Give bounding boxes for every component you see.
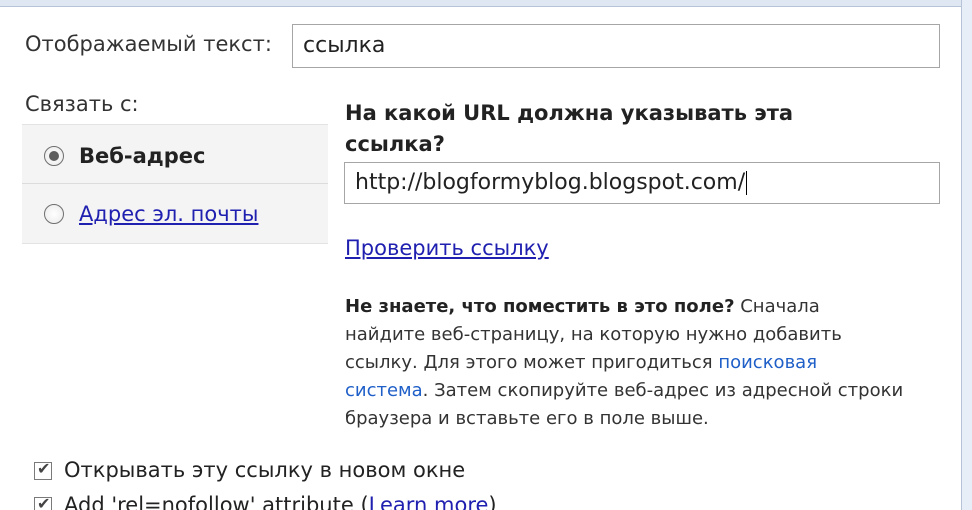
url-input[interactable]: http://blogformyblog.blogspot.com/: [344, 162, 940, 204]
web-address-radio[interactable]: [44, 146, 64, 166]
link-to-label: Связать с:: [25, 92, 139, 116]
text-caret: [746, 171, 748, 195]
help-bold-question: Не знаете, что поместить в это поле?: [345, 296, 735, 317]
nofollow-label-suffix: ): [488, 493, 497, 510]
display-text-input[interactable]: ссылка: [292, 24, 940, 68]
url-question-heading: На какой URL должна указывать эта ссылка…: [345, 98, 905, 160]
display-text-value: ссылка: [303, 33, 386, 58]
dialog-right-border: [961, 0, 972, 510]
edit-link-dialog: Отображаемый текст: ссылка Связать с: Ве…: [0, 0, 972, 510]
email-address-radio[interactable]: [44, 204, 64, 224]
learn-more-link[interactable]: Learn more: [369, 493, 489, 510]
radio-selected-dot: [49, 151, 59, 161]
link-type-panel: [22, 124, 328, 244]
url-heading-line2: ссылка?: [345, 132, 445, 156]
nofollow-label-prefix: Add 'rel=nofollow' attribute (: [64, 493, 369, 510]
new-window-checkbox[interactable]: ✔: [34, 459, 52, 480]
nofollow-label: Add 'rel=nofollow' attribute (Learn more…: [64, 493, 497, 510]
url-input-value: http://blogformyblog.blogspot.com/: [355, 170, 746, 195]
checkmark-icon: ✔: [37, 459, 51, 478]
link-type-divider: [22, 183, 328, 184]
new-window-label: Открывать эту ссылку в новом окне: [64, 458, 466, 482]
nofollow-checkbox[interactable]: ✔: [34, 494, 52, 510]
web-address-option-label[interactable]: Веб-адрес: [79, 144, 205, 168]
url-heading-line1: На какой URL должна указывать эта: [345, 101, 794, 125]
test-link-button[interactable]: Проверить ссылку: [345, 236, 549, 260]
help-text-part2: . Затем скопируйте веб-адрес из адресной…: [345, 380, 904, 429]
checkmark-icon: ✔: [37, 494, 51, 510]
email-address-option-link[interactable]: Адрес эл. почты: [79, 202, 258, 226]
url-help-text: Не знаете, что поместить в это поле? Сна…: [345, 293, 905, 433]
dialog-top-border: [0, 0, 972, 7]
display-text-label: Отображаемый текст:: [25, 32, 272, 56]
